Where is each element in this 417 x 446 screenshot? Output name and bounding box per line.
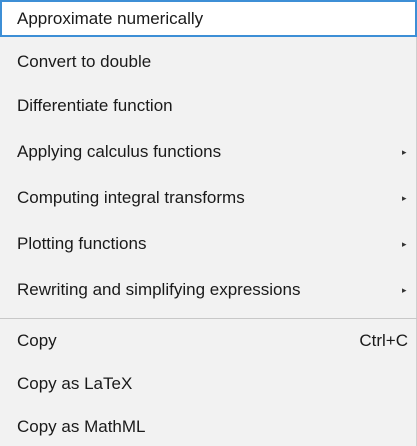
menu-item-copy-as-latex[interactable]: Copy as LaTeX (0, 364, 417, 404)
menu-item-computing-integral-transforms[interactable]: Computing integral transforms ▸ (0, 178, 417, 218)
menu-item-label: Plotting functions (17, 234, 147, 253)
context-menu: Approximate numerically Convert to doubl… (0, 0, 417, 446)
menu-item-label: Rewriting and simplifying expressions (17, 280, 301, 299)
menu-item-copy-as-mathml[interactable]: Copy as MathML (0, 407, 417, 446)
menu-item-label: Copy as MathML (17, 416, 146, 436)
menu-item-label: Computing integral transforms (17, 188, 245, 207)
submenu-arrow-icon: ▸ (402, 192, 407, 203)
menu-separator (0, 318, 417, 319)
shortcut-label: Ctrl+C (359, 331, 408, 350)
menu-item-applying-calculus-functions[interactable]: Applying calculus functions ▸ (0, 132, 417, 172)
submenu-arrow-icon: ▸ (402, 284, 407, 295)
menu-item-label: Copy (17, 331, 57, 350)
menu-item-copy[interactable]: Copy Ctrl+C (0, 321, 417, 361)
menu-item-convert-to-double[interactable]: Convert to double (0, 42, 417, 82)
menu-item-label: Applying calculus functions (17, 142, 222, 161)
menu-item-plotting-functions[interactable]: Plotting functions ▸ (0, 224, 417, 264)
menu-item-label: Differentiate function (17, 96, 173, 115)
menu-item-label: Approximate numerically (17, 8, 204, 28)
menu-item-label: Convert to double (17, 52, 152, 71)
menu-item-approximate-numerically[interactable]: Approximate numerically (0, 0, 417, 37)
submenu-arrow-icon: ▸ (402, 146, 407, 157)
menu-item-rewriting-and-simplifying-expressions[interactable]: Rewriting and simplifying expressions ▸ (0, 270, 417, 310)
submenu-arrow-icon: ▸ (402, 238, 407, 249)
menu-item-label: Copy as LaTeX (17, 374, 133, 393)
menu-item-differentiate-function[interactable]: Differentiate function (0, 86, 417, 126)
